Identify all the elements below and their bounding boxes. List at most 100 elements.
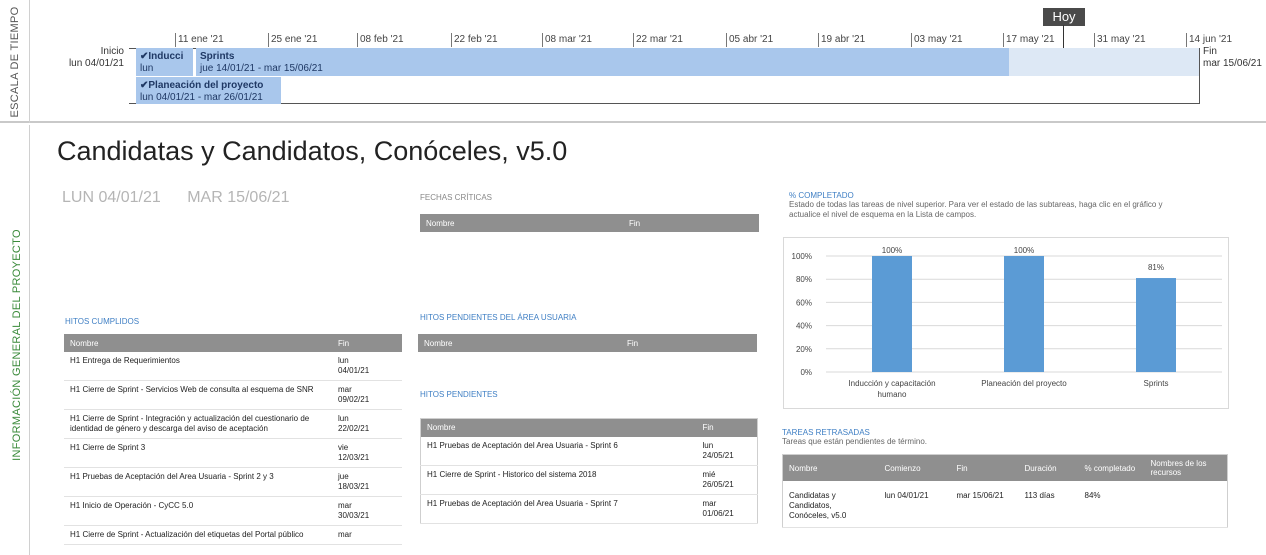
pending-table[interactable]: Nombre Fin H1 Pruebas de Aceptación del …: [420, 418, 758, 524]
timeline-tick: 31 may '21: [1094, 33, 1146, 47]
milestone-end: mié 26/05/21: [696, 465, 758, 495]
x-category-label: Sprints: [1144, 379, 1169, 388]
column-header[interactable]: Nombre: [782, 454, 879, 481]
column-header[interactable]: Nombre: [420, 418, 697, 437]
end-date: 22/02/21: [338, 424, 370, 433]
column-header[interactable]: Comienzo: [878, 454, 951, 481]
column-header[interactable]: % completado: [1078, 454, 1145, 481]
project-title[interactable]: Candidatas y Candidatos, Conóceles, v5.0: [57, 136, 567, 167]
timeline-start-label: Inicio: [100, 46, 124, 57]
user-area-pending-label: HITOS PENDIENTES DEL ÁREA USUARIA: [420, 313, 577, 322]
critical-dates-table[interactable]: Nombre Fin: [420, 214, 759, 232]
column-header[interactable]: Fin: [623, 214, 759, 232]
y-tick-label: 100%: [792, 252, 812, 261]
column-header[interactable]: Nombre: [64, 334, 332, 352]
timeline-bar-sprints[interactable]: Sprints jue 14/01/21 - mar 15/06/21: [196, 48, 1009, 76]
percent-complete-chart[interactable]: 0% 20% 40% 60% 80% 100% 100% Inducción y capaci…: [783, 237, 1229, 409]
milestone-name: H1 Pruebas de Aceptación del Area Usuari…: [64, 467, 332, 497]
milestone-name: H1 Pruebas de Aceptación del Area Usuari…: [420, 494, 697, 524]
timeline-tick: 25 ene '21: [268, 33, 317, 47]
user-area-pending-table[interactable]: Nombre Fin: [418, 334, 757, 352]
column-header[interactable]: Fin: [696, 418, 758, 437]
timeline-bar-induccion[interactable]: ✔Inducci lun: [136, 48, 193, 76]
bar-name: ✔Inducci: [140, 51, 184, 62]
end-day: mar: [338, 501, 352, 510]
milestone-name: H1 Entrega de Requerimientos: [64, 352, 332, 381]
table-row[interactable]: H1 Pruebas de Aceptación del Area Usuari…: [420, 436, 758, 466]
column-header[interactable]: Nombres de los recursos: [1144, 454, 1228, 481]
late-task-percent: 84%: [1078, 481, 1145, 528]
table-row[interactable]: H1 Pruebas de Aceptación del Area Usuari…: [64, 467, 402, 497]
milestone-end: jue 18/03/21: [332, 467, 402, 497]
table-row[interactable]: H1 Inicio de Operación - CyCC 5.0 mar 30/0…: [64, 496, 402, 526]
timeline-tick: 22 mar '21: [633, 33, 683, 47]
table-row[interactable]: H1 Pruebas de Aceptación del Area Usuari…: [420, 494, 758, 524]
column-header[interactable]: Nombre: [418, 334, 621, 352]
table-row[interactable]: H1 Cierre de Sprint - Historico del sist…: [420, 465, 758, 495]
milestone-end: vie 12/03/21: [332, 438, 402, 468]
overview-side-label: INFORMACIÓN GENERAL DEL PROYECTO: [11, 229, 23, 461]
end-day: mié: [702, 469, 716, 479]
table-row[interactable]: H1 Cierre de Sprint - Integración y actu…: [64, 409, 402, 439]
late-tasks-description: Tareas que están pendientes de término.: [782, 437, 927, 446]
project-end-date: MAR 15/06/21: [187, 189, 290, 206]
column-header[interactable]: Fin: [332, 334, 402, 352]
bar-value-label: 100%: [882, 246, 902, 255]
y-tick-label: 20%: [796, 345, 812, 354]
milestones-done-table[interactable]: Nombre Fin H1 Entrega de Requerimientos l…: [64, 334, 402, 545]
timeline-panel[interactable]: ESCALA DE TIEMPO Hoy 11 ene '21 25 ene '…: [0, 0, 1266, 123]
milestone-end: lun 22/02/21: [332, 409, 402, 439]
column-header[interactable]: Fin: [950, 454, 1019, 481]
chart-bar[interactable]: [872, 256, 912, 372]
late-tasks-table[interactable]: Nombre Comienzo Fin Duración % completad…: [782, 454, 1228, 528]
table-row[interactable]: H1 Cierre de Sprint - Servicios Web de c…: [64, 380, 402, 410]
end-date: 30/03/21: [338, 511, 370, 520]
timeline-tick: 08 mar '21: [542, 33, 592, 47]
late-tasks-rows: Candidatas y Candidatos, Conóceles, v5.0…: [782, 481, 1228, 528]
milestone-name: H1 Cierre de Sprint - Servicios Web de c…: [64, 380, 332, 410]
timeline-end: Fin mar 15/06/21: [1203, 46, 1262, 70]
milestone-end: mar 01/06/21: [696, 494, 758, 524]
timeline-bar-planeacion[interactable]: ✔Planeación del proyecto lun 04/01/21 - …: [136, 77, 281, 104]
milestone-end: mar 09/02/21: [332, 380, 402, 410]
table-row[interactable]: H1 Entrega de Requerimientos lun 04/01/21: [64, 352, 402, 381]
milestones-done-rows: H1 Entrega de Requerimientos lun 04/01/21 H…: [64, 352, 402, 545]
milestone-name: H1 Cierre de Sprint 3: [64, 438, 332, 468]
table-header-row: Nombre Fin: [420, 418, 758, 437]
end-date: 09/02/21: [338, 395, 370, 404]
column-header[interactable]: Duración: [1018, 454, 1079, 481]
end-day: jue: [338, 472, 349, 481]
milestone-name: H1 Cierre de Sprint - Actualización del …: [64, 525, 332, 545]
table-row[interactable]: H1 Cierre de Sprint - Actualización del …: [64, 525, 402, 545]
today-marker-label: Hoy: [1043, 8, 1085, 26]
table-row[interactable]: H1 Cierre de Sprint 3 vie 12/03/21: [64, 438, 402, 468]
milestone-name: H1 Cierre de Sprint - Historico del sist…: [420, 465, 697, 495]
end-date: 12/03/21: [338, 453, 370, 462]
overview-side-header: INFORMACIÓN GENERAL DEL PROYECTO: [0, 125, 30, 555]
end-day: lun: [338, 356, 349, 365]
pending-rows: H1 Pruebas de Aceptación del Area Usuari…: [420, 436, 758, 524]
late-task-start: lun 04/01/21: [878, 481, 951, 528]
column-header[interactable]: Fin: [621, 334, 757, 352]
chart-bar[interactable]: [1004, 256, 1044, 372]
milestones-done-label: HITOS CUMPLIDOS: [65, 317, 140, 326]
y-tick-label: 60%: [796, 298, 812, 307]
end-day: lun: [338, 414, 349, 423]
timeline-start-date: lun 04/01/21: [68, 58, 124, 69]
column-header[interactable]: Nombre: [420, 214, 623, 232]
y-tick-label: 40%: [796, 322, 812, 331]
table-row[interactable]: Candidatas y Candidatos, Conóceles, v5.0…: [782, 481, 1228, 528]
late-tasks-label: TAREAS RETRASADAS: [782, 428, 870, 437]
milestone-end: mar 30/03/21: [332, 496, 402, 526]
table-header-row: Nombre Comienzo Fin Duración % completad…: [782, 454, 1228, 481]
late-task-duration: 113 días: [1018, 481, 1079, 528]
end-day: lun: [702, 440, 714, 450]
timeline-side-label: ESCALA DE TIEMPO: [9, 6, 21, 118]
timeline-tick: 03 may '21: [911, 33, 963, 47]
bar-name: ✔Planeación del proyecto: [140, 80, 264, 91]
bar-dates: lun: [140, 63, 154, 74]
chart-bar[interactable]: [1136, 278, 1176, 372]
project-start-date: LUN 04/01/21: [62, 189, 161, 206]
milestone-end: lun 24/05/21: [696, 436, 758, 466]
report-canvas: ESCALA DE TIEMPO Hoy 11 ene '21 25 ene '…: [0, 0, 1266, 555]
